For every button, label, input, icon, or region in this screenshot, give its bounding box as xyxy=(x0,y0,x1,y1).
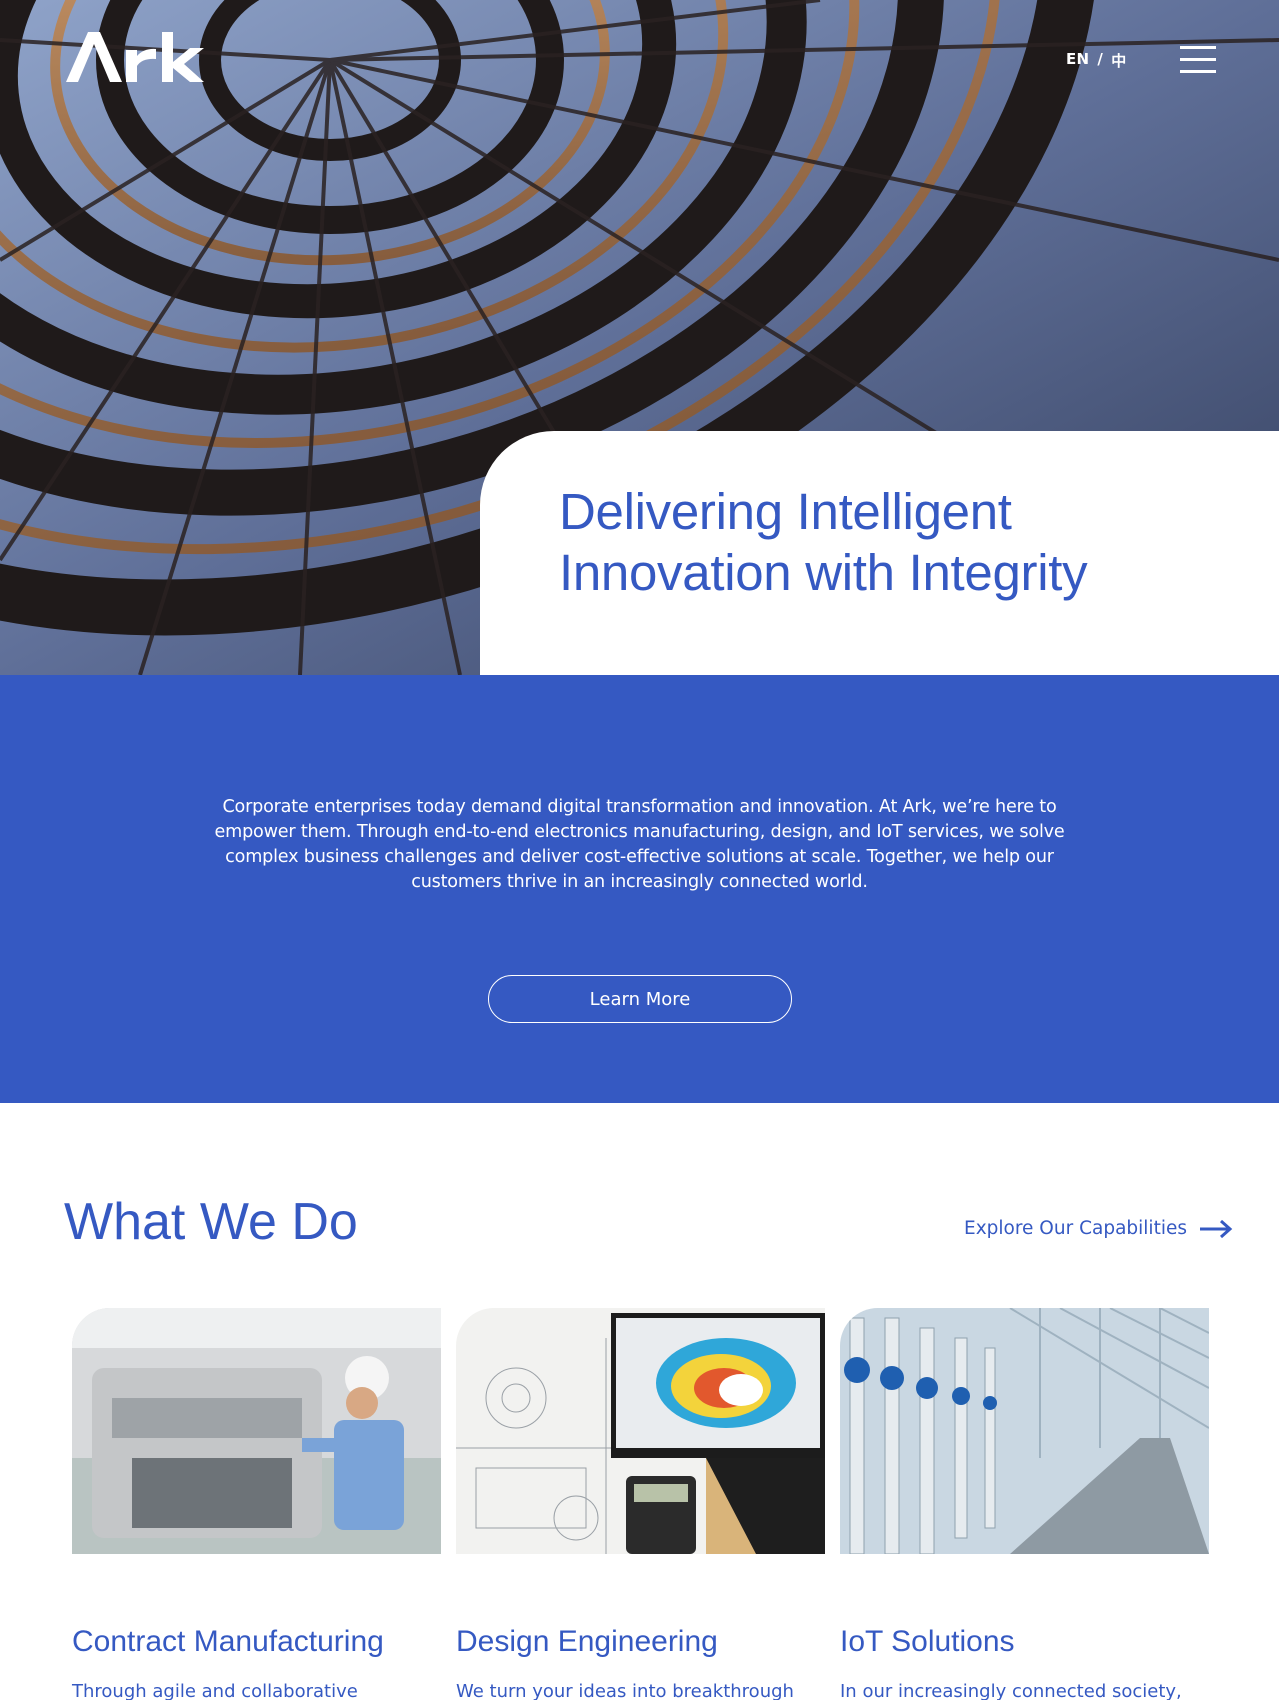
lang-en[interactable]: EN xyxy=(1066,50,1089,71)
hero-headline-line1: Delivering Intelligent xyxy=(559,483,1012,540)
what-we-do-title: What We Do xyxy=(64,1193,358,1251)
hero-section: EN / 中 Delivering Intelligent Innovation… xyxy=(0,0,1279,675)
card-text: In our increasingly connected society, t… xyxy=(840,1681,1182,1700)
greenhouse-pipes-image xyxy=(840,1308,1209,1554)
intro-text: Corporate enterprises today demand digit… xyxy=(214,797,1065,892)
factory-worker-image xyxy=(72,1308,441,1554)
explore-capabilities-link[interactable]: Explore Our Capabilities xyxy=(964,1218,1233,1239)
headline-card: Delivering Intelligent Innovation with I… xyxy=(480,431,1279,675)
menu-bar xyxy=(1180,58,1216,61)
card-contract-manufacturing[interactable]: Contract Manufacturing Through agile and… xyxy=(72,1308,441,1700)
lang-zh[interactable]: 中 xyxy=(1111,50,1126,71)
card-text: We turn your ideas into breakthrough des… xyxy=(456,1681,794,1700)
card-title: Contract Manufacturing xyxy=(72,1625,384,1658)
card-title: Design Engineering xyxy=(456,1625,718,1658)
hero-headline-line2: Innovation with Integrity xyxy=(559,544,1088,601)
ark-logo[interactable] xyxy=(64,28,204,84)
card-text: Through agile and collaborative manufact… xyxy=(72,1681,358,1700)
card-design-engineering[interactable]: Design Engineering We turn your ideas in… xyxy=(456,1308,825,1700)
menu-bar xyxy=(1180,46,1216,49)
language-switcher: EN / 中 xyxy=(1066,50,1127,71)
cad-simulation-image xyxy=(456,1308,825,1554)
card-title: IoT Solutions xyxy=(840,1625,1015,1658)
hamburger-menu-icon[interactable] xyxy=(1180,46,1216,74)
intro-band: Corporate enterprises today demand digit… xyxy=(0,675,1279,1103)
lang-separator: / xyxy=(1097,50,1104,68)
card-iot-solutions[interactable]: IoT Solutions In our increasingly connec… xyxy=(840,1308,1209,1700)
hero-headline: Delivering Intelligent Innovation with I… xyxy=(559,481,1199,603)
menu-bar xyxy=(1180,70,1216,73)
explore-capabilities-label: Explore Our Capabilities xyxy=(964,1218,1187,1239)
learn-more-button[interactable]: Learn More xyxy=(488,975,792,1023)
arrow-right-icon xyxy=(1200,1219,1233,1238)
